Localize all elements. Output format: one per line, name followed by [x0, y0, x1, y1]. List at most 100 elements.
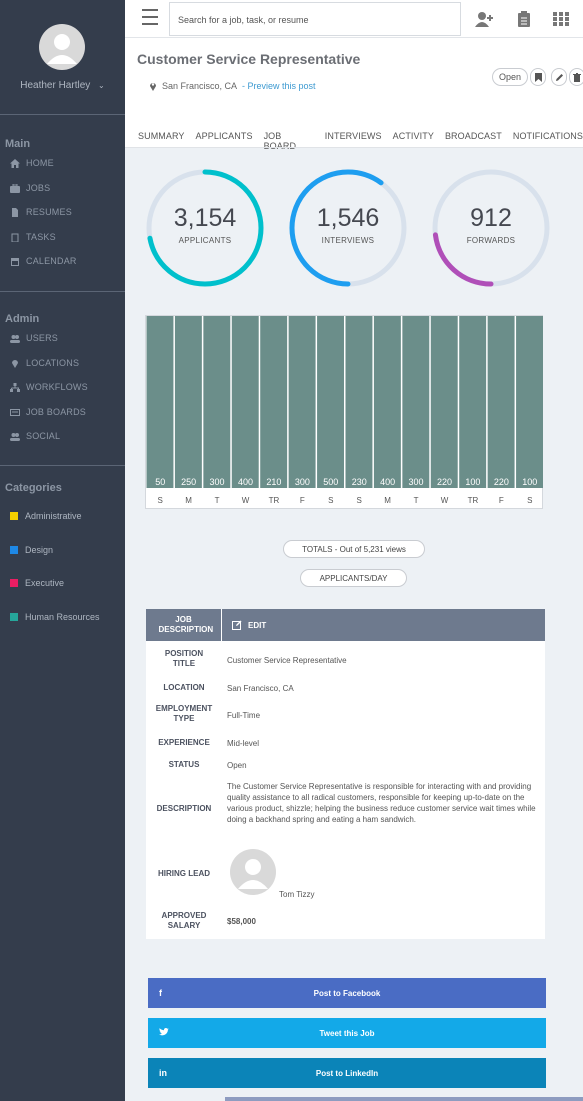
sidebar-item-workflows[interactable]: WORKFLOWS [10, 382, 88, 392]
job-description-title: JOB DESCRIPTION [146, 609, 222, 641]
status-dropdown[interactable]: Open [492, 68, 528, 86]
sidebar-item-social[interactable]: SOCIAL [10, 431, 60, 441]
sidebar: Heather Hartley ⌄ Main HOME JOBS RESUMES… [0, 0, 125, 1101]
sidebar-item-resumes[interactable]: RESUMES [10, 207, 72, 217]
field-label: HIRING LEAD [158, 869, 210, 878]
divider [0, 291, 125, 292]
bar-value-label: 230 [352, 477, 367, 487]
job-location: San Francisco, CA [162, 81, 238, 91]
category-label: Design [25, 545, 54, 555]
edit-icon [232, 620, 242, 630]
clipboard-icon[interactable] [515, 11, 533, 27]
sidebar-item-label: CALENDAR [26, 256, 77, 266]
bar[interactable] [146, 316, 174, 488]
post-to-linkedin-button[interactable]: in Post to LinkedIn [148, 1058, 546, 1088]
field-value: San Francisco, CA [227, 684, 294, 693]
category-administrative[interactable]: Administrative [10, 511, 82, 521]
sidebar-item-calendar[interactable]: CALENDAR [10, 256, 77, 266]
tab-interviews[interactable]: INTERVIEWS [325, 131, 382, 151]
bookmark-icon [534, 72, 542, 82]
field-value: Mid-level [227, 739, 260, 748]
bar[interactable] [174, 316, 202, 488]
tab-applicants[interactable]: APPLICANTS [196, 131, 253, 151]
bar-value-label: 100 [522, 477, 537, 487]
bar[interactable] [516, 316, 543, 488]
bar[interactable] [345, 316, 373, 488]
tab-broadcast[interactable]: BROADCAST [445, 131, 502, 151]
bar-value-label: 220 [494, 477, 509, 487]
hiring-lead-avatar[interactable] [230, 849, 276, 895]
field-label: DESCRIPTION [156, 804, 212, 813]
user-menu[interactable]: Heather Hartley ⌄ [0, 80, 125, 91]
category-color-swatch [10, 613, 18, 621]
sidebar-item-locations[interactable]: LOCATIONS [10, 358, 79, 368]
x-tick-label: S [357, 496, 362, 505]
preview-post-link[interactable]: - Preview this post [242, 81, 316, 91]
edit-button[interactable] [551, 68, 567, 86]
bar[interactable] [317, 316, 344, 488]
bar[interactable] [487, 316, 515, 488]
trash-icon [573, 72, 581, 82]
tab-notifications[interactable]: NOTIFICATIONS [513, 131, 583, 151]
salary-value: $58,000 [227, 917, 256, 926]
button-label: Tweet this Job [319, 1028, 375, 1038]
twitter-icon [159, 1028, 169, 1038]
bar-value-label: 500 [323, 477, 338, 487]
tweet-job-button[interactable]: Tweet this Job [148, 1018, 546, 1048]
document-icon [12, 207, 18, 217]
sidebar-item-users[interactable]: USERS [10, 333, 58, 343]
edit-description-button[interactable]: EDIT [232, 620, 266, 630]
category-executive[interactable]: Executive [10, 578, 64, 588]
search-input[interactable]: Search for a job, task, or resume [169, 2, 461, 36]
x-tick-label: F [300, 496, 305, 505]
applicants-per-day-button[interactable]: APPLICANTS/DAY [300, 569, 407, 587]
sidebar-item-label: RESUMES [26, 207, 72, 217]
sidebar-item-label: SOCIAL [26, 431, 61, 441]
bar[interactable] [373, 316, 401, 488]
sidebar-item-label: TASKS [26, 232, 56, 242]
bar-chart: 50 S 250 M 300 T 400 W 210 TR 300 F 500 S 230 S 400 M 300 T… [146, 316, 543, 505]
sitemap-icon [10, 382, 20, 392]
hiring-lead-name: Tom Tizzy [279, 890, 315, 899]
stat-value: 912 [470, 204, 512, 232]
map-pin-icon [150, 83, 156, 91]
sidebar-item-home[interactable]: HOME [10, 158, 54, 168]
bar-value-label: 210 [266, 477, 281, 487]
bar[interactable] [260, 316, 288, 488]
field-value: Full-Time [227, 711, 261, 720]
totals-button[interactable]: TOTALS - Out of 5,231 views [283, 540, 425, 558]
bar[interactable] [459, 316, 487, 488]
delete-button[interactable] [569, 68, 583, 86]
category-design[interactable]: Design [10, 545, 53, 555]
sidebar-item-tasks[interactable]: TASKS [10, 232, 56, 242]
bookmark-button[interactable] [530, 68, 546, 86]
bar-value-label: 50 [155, 477, 165, 487]
user-avatar[interactable] [39, 24, 85, 70]
category-color-swatch [10, 546, 18, 554]
tab-job-board[interactable]: JOB BOARD [264, 131, 314, 151]
tab-activity[interactable]: ACTIVITY [393, 131, 434, 151]
applicants-per-day-chart: 50 S 250 M 300 T 400 W 210 TR 300 F 500 S 230 S 400 M 300 T… [145, 315, 543, 509]
bar-value-label: 400 [380, 477, 395, 487]
stat-interviews: 1,546 INTERVIEWS [288, 168, 408, 288]
bar-value-label: 300 [409, 477, 424, 487]
x-tick-label: S [328, 496, 333, 505]
bar[interactable] [402, 316, 430, 488]
bar[interactable] [288, 316, 316, 488]
sidebar-item-jobs[interactable]: JOBS [10, 183, 50, 193]
field-value: The Customer Service Representative is r… [227, 782, 536, 824]
post-to-facebook-button[interactable]: f Post to Facebook [148, 978, 546, 1008]
x-tick-label: TR [468, 496, 479, 505]
tab-summary[interactable]: SUMMARY [138, 131, 185, 151]
field-label-text: APPROVED SALARY [161, 911, 207, 930]
bar[interactable] [231, 316, 259, 488]
bar[interactable] [203, 316, 231, 488]
category-human-resources[interactable]: Human Resources [10, 612, 100, 622]
add-user-icon[interactable] [475, 11, 493, 27]
stat-value: 1,546 [316, 204, 380, 232]
apps-grid-icon[interactable] [552, 11, 570, 27]
sidebar-item-job-boards[interactable]: JOB BOARDS [10, 407, 86, 417]
bar[interactable] [430, 316, 458, 488]
menu-icon[interactable] [142, 9, 158, 27]
sidebar-item-label: USERS [26, 333, 59, 343]
